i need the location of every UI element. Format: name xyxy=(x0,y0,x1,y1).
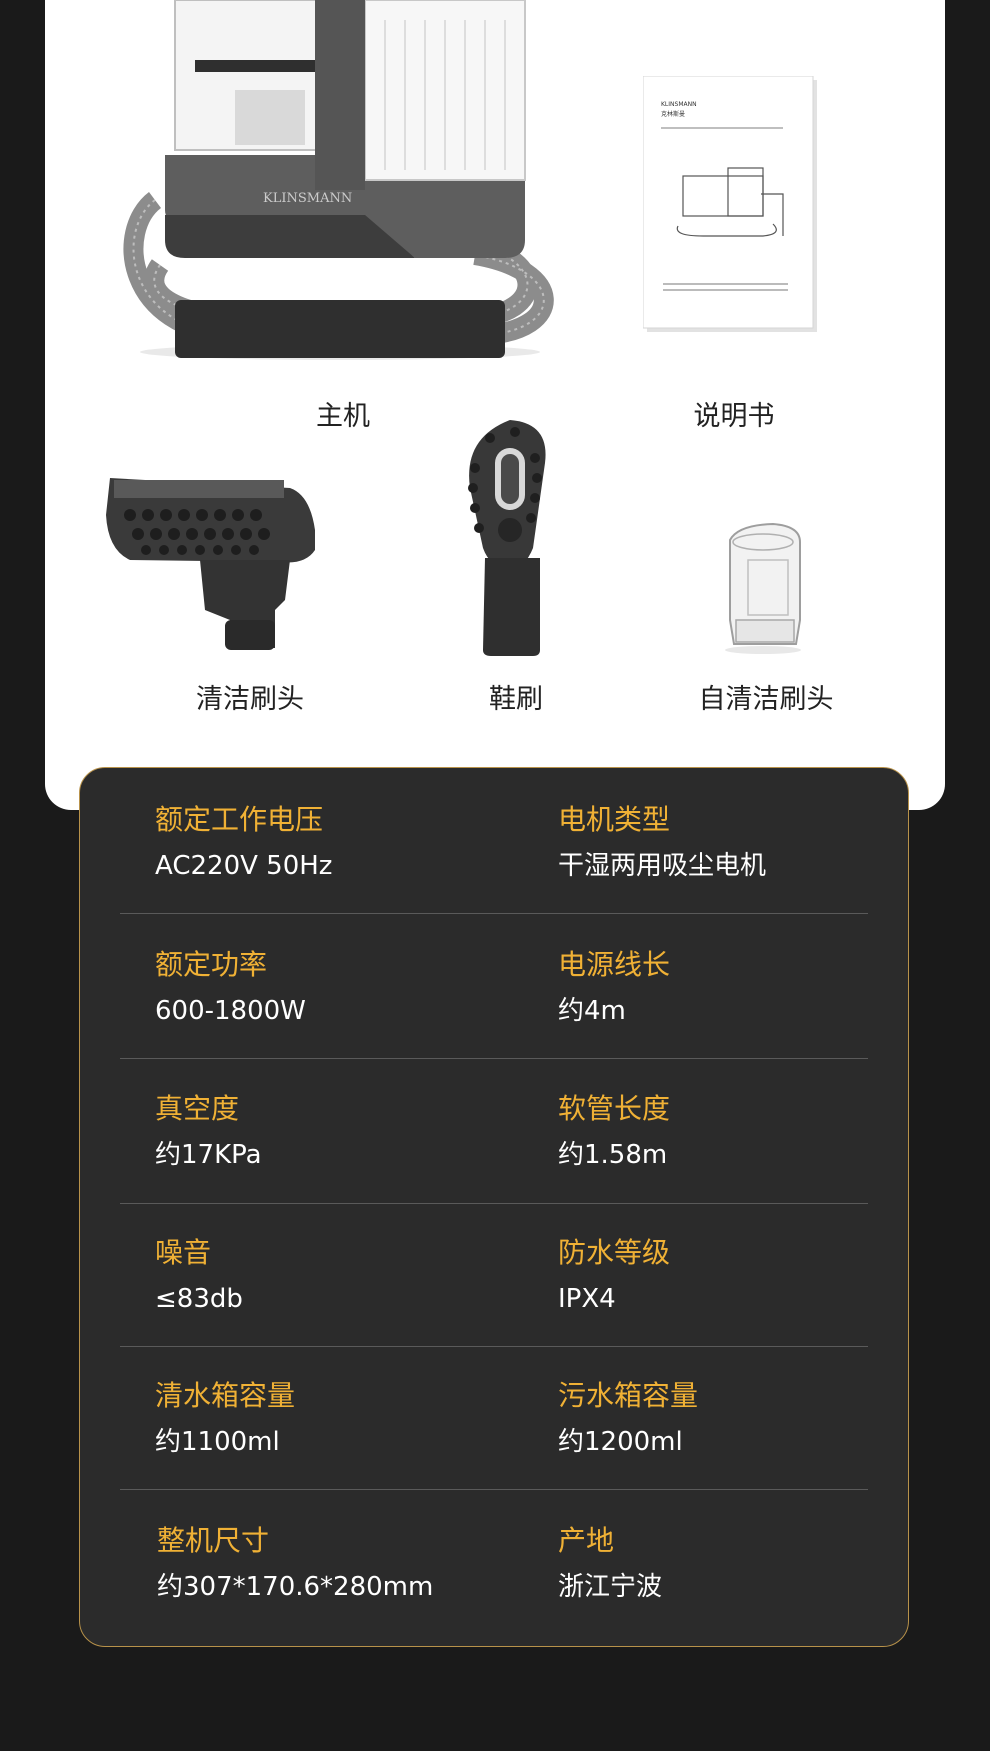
spec-value: 约4m xyxy=(558,996,626,1026)
main-unit-label: 主机 xyxy=(316,401,370,432)
self-clean-brush-label: 自清洁刷头 xyxy=(698,684,834,715)
divider xyxy=(120,1489,868,1490)
spec-label: 产地 xyxy=(558,1524,615,1557)
spec-label: 额定功率 xyxy=(155,948,268,981)
svg-text:KLINSMANN: KLINSMANN xyxy=(661,101,697,108)
spec-value: 约17KPa xyxy=(155,1140,262,1170)
shoe-brush-label: 鞋刷 xyxy=(489,684,543,715)
spec-label: 真空度 xyxy=(155,1092,240,1125)
spec-value: 约1.58m xyxy=(558,1140,668,1170)
spec-cord-length: 电源线长 约4m xyxy=(558,948,670,1028)
spec-row: 整机尺寸 约307*170.6*280mm 产地 浙江宁波 xyxy=(80,1524,908,1668)
spec-value: ≤83db xyxy=(155,1284,243,1314)
self-clean-brush-image xyxy=(718,520,808,655)
divider xyxy=(120,1058,868,1059)
spec-label: 防水等级 xyxy=(558,1236,671,1269)
cleaning-brush-label: 清洁刷头 xyxy=(196,684,304,715)
spec-hose-length: 软管长度 约1.58m xyxy=(558,1092,670,1172)
spec-value: 约1100ml xyxy=(155,1427,280,1457)
spec-label: 清水箱容量 xyxy=(155,1379,296,1412)
spec-noise: 噪音 ≤83db xyxy=(155,1236,243,1316)
spec-value: 干湿两用吸尘电机 xyxy=(558,851,767,881)
spec-dirty-tank: 污水箱容量 约1200ml xyxy=(558,1379,698,1459)
spec-clean-tank: 清水箱容量 约1100ml xyxy=(155,1379,295,1459)
spec-label: 电源线长 xyxy=(558,948,671,981)
spec-label: 电机类型 xyxy=(558,803,671,836)
spec-value: 约307*170.6*280mm xyxy=(157,1572,434,1602)
spec-label: 污水箱容量 xyxy=(558,1379,699,1412)
spec-label: 软管长度 xyxy=(558,1092,671,1125)
spec-row: 真空度 约17KPa 软管长度 约1.58m xyxy=(80,1092,908,1236)
spec-row: 噪音 ≤83db 防水等级 IPX4 xyxy=(80,1236,908,1380)
divider xyxy=(120,1346,868,1347)
spec-rated-voltage: 额定工作电压 AC220V 50Hz xyxy=(155,803,332,883)
spec-dimensions: 整机尺寸 约307*170.6*280mm xyxy=(157,1524,433,1604)
spec-value: 600-1800W xyxy=(155,996,306,1026)
spec-rated-power: 额定功率 600-1800W xyxy=(155,948,306,1028)
spec-value: 浙江宁波 xyxy=(558,1572,663,1602)
spec-label: 整机尺寸 xyxy=(157,1524,270,1557)
divider xyxy=(120,913,868,914)
svg-text:克林斯曼: 克林斯曼 xyxy=(661,110,685,118)
spec-label: 额定工作电压 xyxy=(155,803,324,836)
cleaning-brush-image xyxy=(100,470,325,655)
spec-row: 额定工作电压 AC220V 50Hz 电机类型 干湿两用吸尘电机 xyxy=(80,803,908,947)
divider xyxy=(120,1203,868,1204)
spec-value: 约1200ml xyxy=(558,1427,683,1457)
spec-row: 清水箱容量 约1100ml 污水箱容量 约1200ml xyxy=(80,1379,908,1523)
shoe-brush-image xyxy=(455,418,565,658)
spec-value: IPX4 xyxy=(558,1284,616,1314)
spec-row: 额定功率 600-1800W 电源线长 约4m xyxy=(80,948,908,1092)
manual-label: 说明书 xyxy=(693,401,775,432)
spec-vacuum: 真空度 约17KPa xyxy=(155,1092,262,1172)
spec-value: AC220V 50Hz xyxy=(155,851,333,881)
specs-panel: 额定工作电压 AC220V 50Hz 电机类型 干湿两用吸尘电机 额定功率 60… xyxy=(79,767,909,1647)
main-unit-image: KLINSMANN xyxy=(115,0,565,365)
brand-logo: KLINSMANN xyxy=(263,191,352,206)
spec-origin: 产地 浙江宁波 xyxy=(558,1524,662,1604)
manual-image: KLINSMANN 克林斯曼 xyxy=(643,76,819,336)
spec-motor-type: 电机类型 干湿两用吸尘电机 xyxy=(558,803,766,883)
spec-label: 噪音 xyxy=(155,1236,212,1269)
spec-waterproof: 防水等级 IPX4 xyxy=(558,1236,670,1316)
